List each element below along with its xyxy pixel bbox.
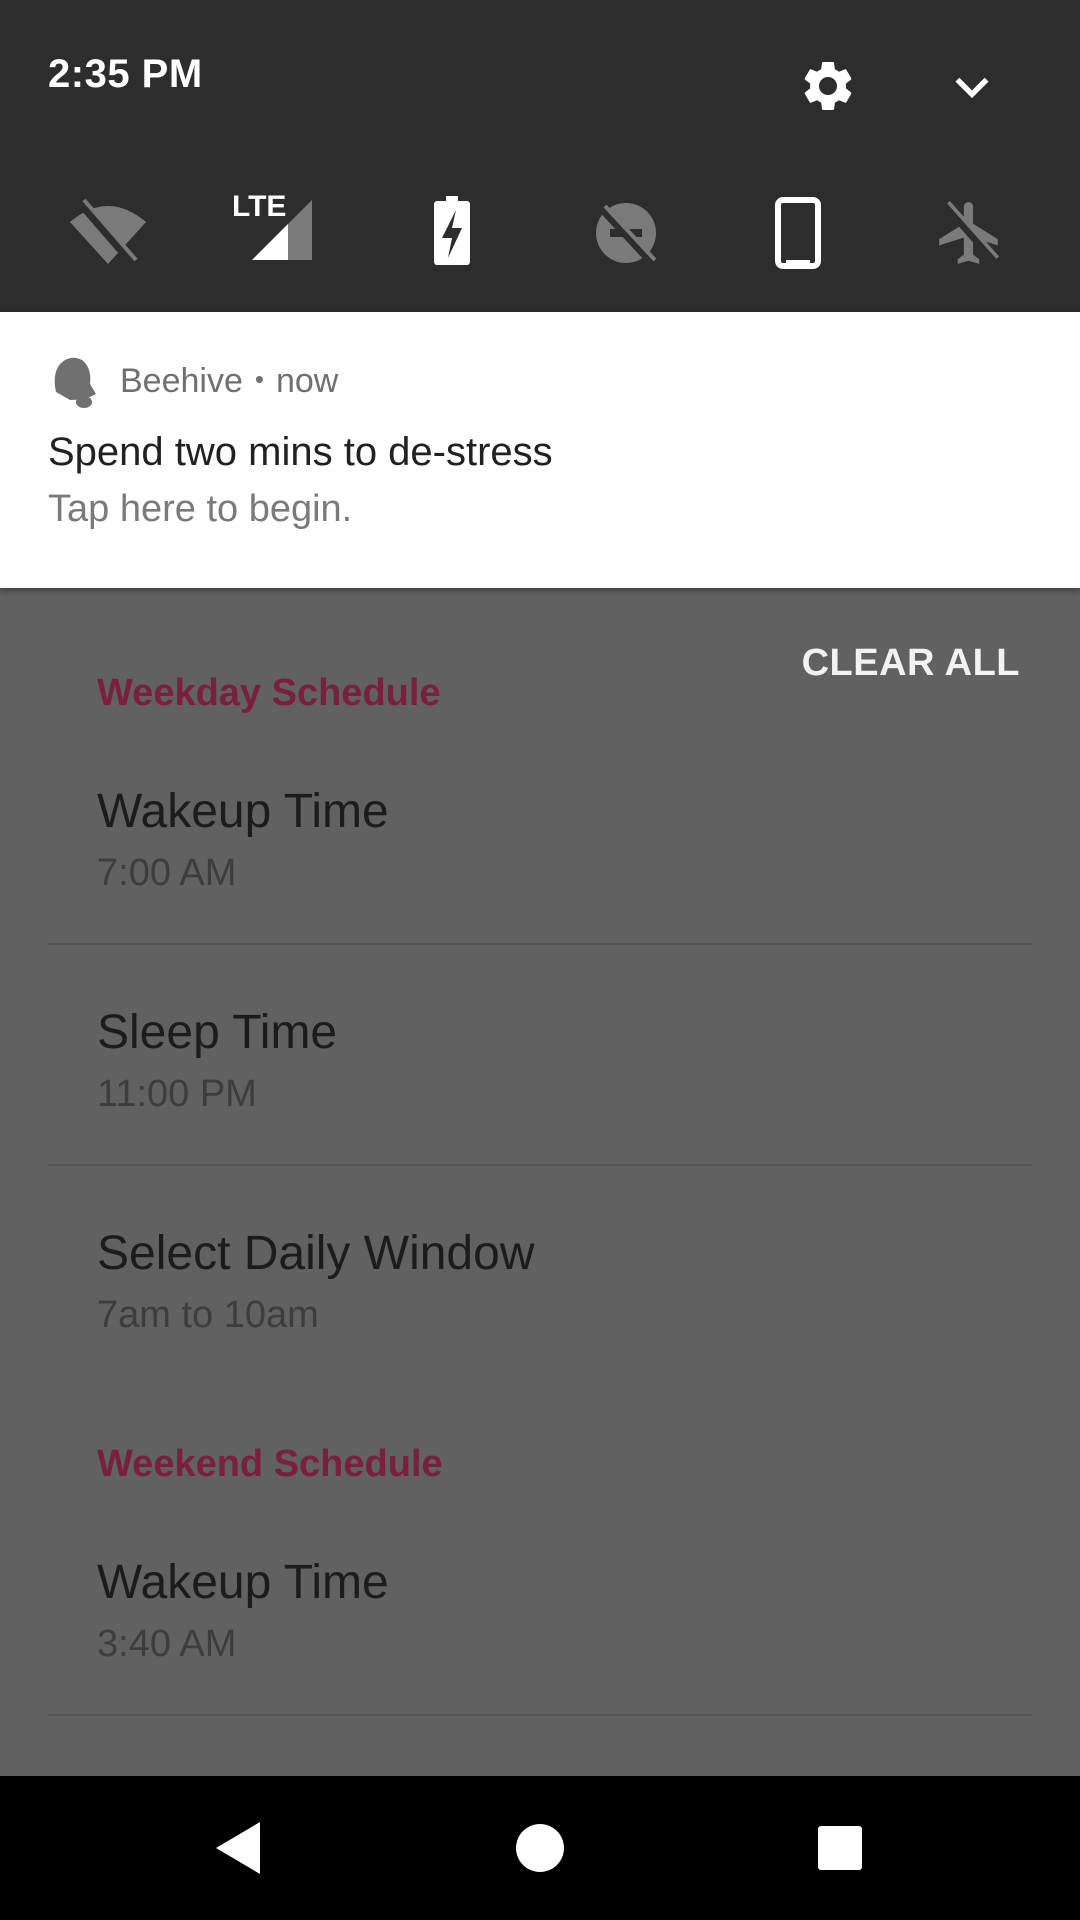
airplane-mode-icon (939, 200, 1000, 264)
auto-rotate-tile[interactable] (756, 196, 840, 270)
notification-app-name: Beehive (120, 362, 243, 400)
back-button[interactable] (204, 1812, 276, 1884)
status-clock: 2:35 PM (48, 52, 203, 96)
lte-signal-icon (252, 200, 312, 260)
weekday-schedule-header: Weekday Schedule (97, 672, 441, 714)
home-button[interactable] (504, 1812, 576, 1884)
wifi-off-icon (70, 198, 146, 265)
pref-title: Wakeup Time (97, 785, 389, 838)
mobile-data-tile[interactable]: LTE (228, 190, 312, 270)
settings-gear-button[interactable] (798, 56, 858, 116)
schedule-settings-list: CLEAR ALL Weekday Schedule Wakeup Time 7… (0, 588, 1080, 1776)
notification-title: Spend two mins to de-stress (48, 430, 553, 474)
do-not-disturb-tile[interactable] (584, 196, 668, 270)
pref-value: 11:00 PM (97, 1073, 257, 1115)
pref-title: Sleep Time (97, 1006, 338, 1059)
gear-icon (804, 61, 852, 110)
notification-separator: • (254, 364, 264, 394)
chevron-down-icon (955, 77, 989, 99)
auto-rotate-icon (775, 197, 821, 269)
notification-card[interactable]: Beehive • now Spend two mins to de-stress … (0, 312, 1080, 588)
recents-square-icon (818, 1826, 862, 1870)
pref-value: 7:00 AM (97, 852, 237, 894)
navigation-bar (0, 1776, 1080, 1920)
divider (48, 943, 1032, 945)
quick-settings-shade: 2:35 PM LTE (0, 0, 1080, 312)
notification-time: now (275, 362, 339, 400)
pref-title: Select Daily Window (97, 1227, 535, 1280)
recents-button[interactable] (804, 1812, 876, 1884)
dnd-off-icon (596, 203, 657, 266)
bell-icon (54, 357, 96, 408)
weekend-schedule-header: Weekend Schedule (97, 1443, 443, 1485)
battery-saver-tile[interactable] (410, 196, 494, 270)
select-daily-window-item[interactable]: Select Daily Window 7am to 10am (0, 1198, 1080, 1418)
back-triangle-icon (216, 1822, 260, 1874)
divider (48, 1164, 1032, 1166)
home-circle-icon (516, 1824, 564, 1872)
wifi-tile[interactable] (66, 196, 150, 270)
pref-title: Wakeup Time (97, 1556, 389, 1609)
pref-value: 7am to 10am (97, 1294, 319, 1336)
divider (48, 1714, 1032, 1716)
clear-all-button[interactable]: CLEAR ALL (802, 642, 1020, 685)
notification-header: Beehive • now (120, 362, 338, 401)
notification-text: Tap here to begin. (48, 488, 353, 530)
battery-saver-icon (434, 196, 470, 265)
airplane-mode-tile[interactable] (928, 196, 1012, 270)
expand-shade-button[interactable] (944, 62, 1000, 112)
pref-value: 3:40 AM (97, 1623, 237, 1665)
